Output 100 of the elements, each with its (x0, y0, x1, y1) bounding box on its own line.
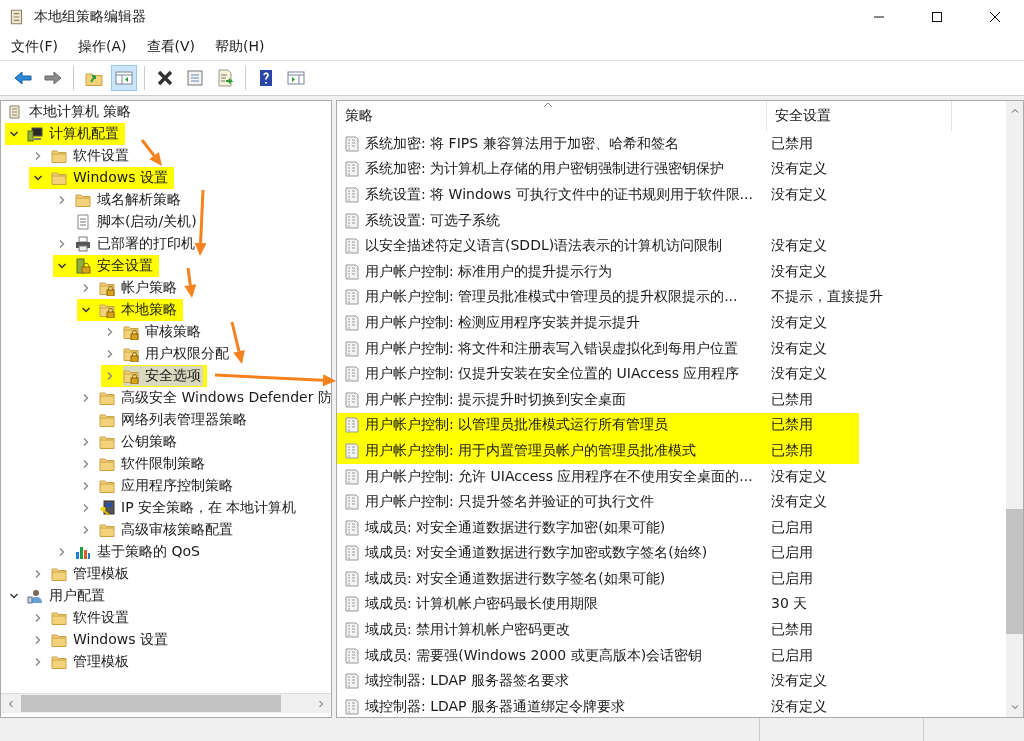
table-row[interactable]: 用户帐户控制: 提示提升时切换到安全桌面 已禁用 (337, 386, 859, 413)
table-row[interactable]: 用户帐户控制: 标准用户的提升提示行为 没有定义 (337, 258, 859, 285)
policy-icon (345, 442, 359, 459)
tree-item[interactable]: 高级安全 Windows Defender 防 (77, 387, 331, 409)
table-row[interactable]: 用户帐户控制: 管理员批准模式中管理员的提升权限提示的... 不提示，直接提升 (337, 284, 891, 311)
tree-item[interactable]: 计算机配置 (5, 123, 125, 145)
chevron-right-icon[interactable] (105, 327, 115, 337)
table-row[interactable]: 用户帐户控制: 允许 UIAccess 应用程序在不使用安全桌面的... 没有定义 (337, 463, 859, 490)
chevron-right-icon[interactable] (33, 151, 43, 161)
tree-item[interactable]: 域名解析策略 (53, 189, 187, 211)
tree-item[interactable]: 基于策略的 QoS (53, 541, 206, 563)
chevron-right-icon[interactable] (33, 613, 43, 623)
chevron-right-icon[interactable] (81, 393, 91, 403)
chevron-right-icon[interactable] (81, 283, 91, 293)
table-row[interactable]: 用户帐户控制: 仅提升安装在安全位置的 UIAccess 应用程序 没有定义 (337, 361, 859, 387)
chevron-right-icon[interactable] (57, 239, 67, 249)
menu-item[interactable]: 帮助(H) (208, 34, 272, 59)
chevron-right-icon[interactable] (81, 525, 91, 535)
table-row[interactable]: 域成员: 对安全通道数据进行数字签名(如果可能) 已启用 (337, 566, 859, 592)
chevron-right-icon[interactable] (105, 371, 115, 381)
tree-item[interactable]: IP 安全策略，在 本地计算机 (77, 497, 303, 519)
chevron-down-icon[interactable] (33, 173, 43, 183)
table-row[interactable]: 域成员: 需要强(Windows 2000 或更高版本)会话密钥 已启用 (337, 642, 859, 669)
folder-icon (51, 170, 67, 186)
chevron-down-icon[interactable] (81, 305, 91, 315)
column-header[interactable]: 策略 (337, 101, 767, 131)
table-cell: 系统加密: 将 FIPS 兼容算法用于加密、哈希和签名 (365, 134, 679, 153)
chevron-right-icon[interactable] (81, 459, 91, 469)
tree-item[interactable]: 安全选项 (101, 365, 207, 387)
policy-icon (345, 596, 359, 613)
tree-item[interactable]: 高级审核策略配置 (77, 519, 239, 541)
table-row[interactable]: 域成员: 禁用计算机帐户密码更改 已禁用 (337, 617, 859, 643)
table-cell-text: 没有定义 (770, 493, 828, 512)
tree-item[interactable]: 软件设置 (29, 607, 135, 629)
scroll-down-icon[interactable] (1009, 702, 1020, 712)
tree-item[interactable]: 本地策略 (77, 299, 183, 321)
table-row[interactable]: 用户帐户控制: 将文件和注册表写入错误虚拟化到每用户位置 没有定义 (337, 335, 859, 362)
tree-item[interactable]: 网络列表管理器策略 (77, 409, 253, 431)
scrollbar-thumb[interactable] (1006, 509, 1023, 634)
table-row[interactable]: 系统设置: 将 Windows 可执行文件中的证书规则用于软件限... 没有定义 (337, 182, 859, 208)
tree-item[interactable]: 本地计算机 策略 (7, 101, 138, 123)
chevron-down-icon[interactable] (57, 261, 67, 271)
tree-item[interactable]: 管理模板 (29, 651, 135, 673)
tree-item[interactable]: Windows 设置 (29, 167, 174, 189)
annotation-arrow (184, 267, 197, 298)
table-cell: 域成员: 计算机帐户密码最长使用期限 (365, 595, 599, 614)
table-row[interactable]: 用户帐户控制: 检测应用程序安装并提示提升 没有定义 (337, 310, 859, 336)
tree-item[interactable]: 安全设置 (53, 255, 159, 277)
table-row[interactable]: 系统加密: 为计算机上存储的用户密钥强制进行强密钥保护 没有定义 (337, 156, 859, 183)
chevron-down-icon[interactable] (9, 591, 19, 601)
tree-item[interactable]: 用户权限分配 (101, 343, 235, 365)
tree-item[interactable]: 管理模板 (29, 563, 135, 585)
scrollbar-thumb[interactable] (21, 695, 281, 712)
vertical-scrollbar[interactable] (1006, 101, 1023, 717)
table-cell-text: 没有定义 (770, 467, 828, 486)
menu-item[interactable]: 文件(F) (4, 34, 65, 59)
scroll-right-icon[interactable] (316, 698, 326, 709)
table-row[interactable]: 域控制器: LDAP 服务器签名要求 没有定义 (337, 668, 859, 695)
chevron-right-icon[interactable] (33, 657, 43, 667)
tree-item[interactable]: 脚本(启动/关机) (53, 211, 203, 233)
tree-item[interactable]: Windows 设置 (29, 629, 174, 651)
chevron-down-icon[interactable] (9, 129, 19, 139)
chevron-right-icon[interactable] (57, 547, 67, 557)
tree-item[interactable]: 软件设置 (29, 145, 135, 167)
tree-item[interactable]: 应用程序控制策略 (77, 475, 239, 497)
tree-item[interactable]: 已部署的打印机 (53, 233, 201, 255)
chevron-right-icon[interactable] (105, 349, 115, 359)
menu-item[interactable]: 查看(V) (139, 34, 202, 59)
chevron-right-icon[interactable] (81, 437, 91, 447)
tree-item[interactable]: 用户配置 (5, 585, 111, 607)
table-row[interactable]: 用户帐户控制: 只提升签名并验证的可执行文件 没有定义 (337, 489, 859, 515)
table-cell: 用户帐户控制: 将文件和注册表写入错误虚拟化到每用户位置 (365, 339, 739, 358)
chevron-right-icon[interactable] (33, 635, 43, 645)
table-row[interactable]: 域控制器: LDAP 服务器通道绑定令牌要求 没有定义 (337, 694, 859, 717)
tree-item[interactable]: 公钥策略 (77, 431, 183, 453)
chevron-right-icon[interactable] (81, 503, 91, 513)
window-title: 本地组策略编辑器 (34, 7, 147, 26)
menu-item[interactable]: 操作(A) (71, 34, 134, 59)
scroll-left-icon[interactable] (6, 698, 16, 709)
tree-item[interactable]: 软件限制策略 (77, 453, 211, 475)
table-row[interactable]: 域成员: 对安全通道数据进行数字加密(如果可能) 已启用 (337, 514, 859, 541)
tree-item[interactable]: 帐户策略 (77, 277, 183, 299)
tree-item[interactable]: 审核策略 (101, 321, 207, 343)
horizontal-scrollbar[interactable] (1, 693, 331, 713)
table-cell-text: 没有定义 (770, 697, 828, 716)
table-row[interactable]: 系统加密: 将 FIPS 兼容算法用于加密、哈希和签名 已禁用 (337, 131, 859, 157)
table-cell: 域控制器: LDAP 服务器签名要求 (365, 672, 569, 691)
scroll-up-icon[interactable] (1009, 106, 1020, 116)
bar-chart-icon (75, 544, 91, 560)
table-row[interactable]: 以安全描述符定义语言(SDDL)语法表示的计算机访问限制 没有定义 (337, 233, 859, 259)
chevron-right-icon[interactable] (57, 195, 67, 205)
chevron-right-icon[interactable] (81, 481, 91, 491)
table-row[interactable]: 域成员: 对安全通道数据进行数字加密或数字签名(始终) 已启用 (337, 540, 859, 567)
column-header[interactable]: 安全设置 (767, 101, 952, 131)
table-row[interactable]: 域成员: 计算机帐户密码最长使用期限 30 天 (337, 591, 859, 618)
table-row[interactable]: 用户帐户控制: 以管理员批准模式运行所有管理员 已禁用 (337, 412, 859, 439)
table-row[interactable]: 系统设置: 可选子系统 (337, 207, 859, 234)
table-row[interactable]: 用户帐户控制: 用于内置管理员帐户的管理员批准模式 已禁用 (337, 438, 859, 464)
key-monitor-icon (99, 500, 115, 516)
chevron-right-icon[interactable] (33, 569, 43, 579)
